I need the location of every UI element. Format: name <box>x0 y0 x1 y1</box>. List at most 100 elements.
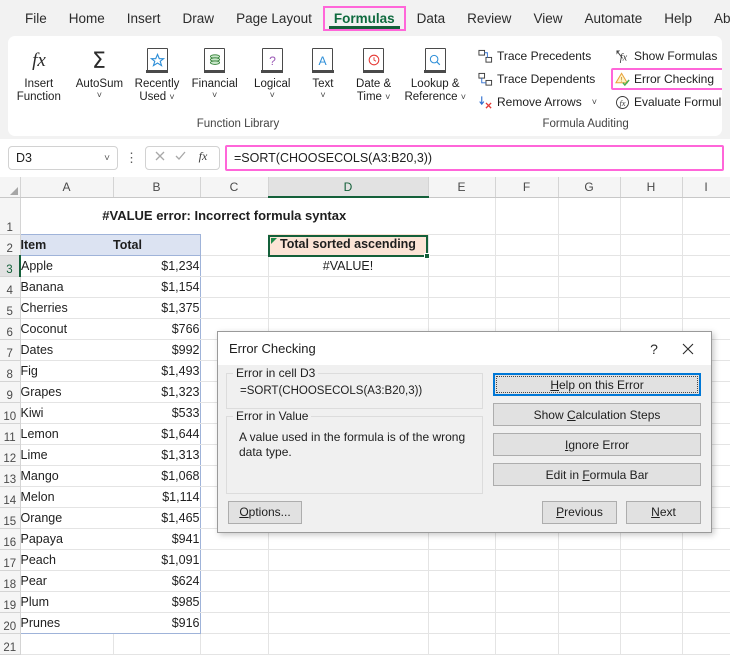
options-button[interactable]: Options... <box>228 500 302 524</box>
cell-g1[interactable] <box>558 197 621 235</box>
sheet-title[interactable]: #VALUE error: Incorrect formula syntax <box>20 197 428 234</box>
next-button[interactable]: Next <box>626 500 701 524</box>
cell-b18[interactable]: $624 <box>113 570 201 592</box>
cell-d19[interactable] <box>268 591 429 613</box>
cell-f2[interactable] <box>495 234 559 256</box>
row-header-12[interactable]: 12 <box>0 444 21 466</box>
cell-e2[interactable] <box>428 234 496 256</box>
column-header-e[interactable]: E <box>428 177 496 198</box>
row-header-21[interactable]: 21 <box>0 633 21 655</box>
cell-h19[interactable] <box>620 591 683 613</box>
cell-a18[interactable]: Pear <box>19 570 113 592</box>
cell-d17[interactable] <box>268 549 429 571</box>
cell-f19[interactable] <box>495 591 559 613</box>
cell-b6[interactable]: $766 <box>113 318 201 340</box>
row-header-13[interactable]: 13 <box>0 465 21 487</box>
cell-a4[interactable]: Banana <box>19 276 113 298</box>
dialog-title-bar[interactable]: Error Checking ? <box>218 332 711 365</box>
ribbon-tab-draw[interactable]: Draw <box>172 6 226 31</box>
cell-c17[interactable] <box>200 549 269 571</box>
text-button[interactable]: A Text ˅ <box>301 41 345 100</box>
cell-b3[interactable]: $1,234 <box>113 255 201 277</box>
cell-g21[interactable] <box>558 633 621 655</box>
column-header-g[interactable]: G <box>558 177 621 198</box>
ribbon-tab-formulas[interactable]: Formulas <box>322 5 406 31</box>
row-header-7[interactable]: 7 <box>0 339 21 361</box>
cell-b21[interactable] <box>113 633 201 655</box>
cancel-x-icon[interactable] <box>154 149 166 167</box>
ribbon-tab-home[interactable]: Home <box>58 6 116 31</box>
insert-function-button[interactable]: fx Insert Function <box>8 41 70 104</box>
cell-d18[interactable] <box>268 570 429 592</box>
row-header-17[interactable]: 17 <box>0 549 21 571</box>
cell-i2[interactable] <box>682 234 730 256</box>
cell-f21[interactable] <box>495 633 559 655</box>
cell-i4[interactable] <box>682 276 730 298</box>
row-header-2[interactable]: 2 <box>0 234 21 256</box>
column-header-c[interactable]: C <box>200 177 269 198</box>
cell-c18[interactable] <box>200 570 269 592</box>
cell-h5[interactable] <box>620 297 683 319</box>
cell-i20[interactable] <box>682 612 730 634</box>
row-header-8[interactable]: 8 <box>0 360 21 382</box>
cell-a2-item-header[interactable]: Item <box>20 233 113 256</box>
column-header-f[interactable]: F <box>495 177 559 198</box>
cell-f3[interactable] <box>495 255 559 277</box>
cell-g19[interactable] <box>558 591 621 613</box>
cell-c5[interactable] <box>200 297 269 319</box>
cell-a8[interactable]: Fig <box>19 360 113 382</box>
cell-h2[interactable] <box>620 234 683 256</box>
cell-c4[interactable] <box>200 276 269 298</box>
ribbon-tab-ablebits[interactable]: Ablebits <box>703 6 730 31</box>
fx-icon[interactable]: fx <box>195 149 211 168</box>
row-header-9[interactable]: 9 <box>0 381 21 403</box>
cell-d2-total-sorted-header[interactable]: Total sorted ascending <box>268 234 429 256</box>
cell-d4[interactable] <box>268 276 429 298</box>
cell-h4[interactable] <box>620 276 683 298</box>
cell-b8[interactable]: $1,493 <box>113 360 201 382</box>
cell-a5[interactable]: Cherries <box>19 297 113 319</box>
row-header-16[interactable]: 16 <box>0 528 21 550</box>
cell-g2[interactable] <box>558 234 621 256</box>
logical-button[interactable]: ? Logical ˅ <box>243 41 301 100</box>
cell-i19[interactable] <box>682 591 730 613</box>
row-header-3[interactable]: 3 <box>0 255 21 277</box>
cell-a19[interactable]: Plum <box>19 591 113 613</box>
cell-b16[interactable]: $941 <box>113 528 201 550</box>
row-header-14[interactable]: 14 <box>0 486 21 508</box>
cell-i21[interactable] <box>682 633 730 655</box>
close-x-icon[interactable] <box>671 335 705 363</box>
cell-g17[interactable] <box>558 549 621 571</box>
cell-f1[interactable] <box>495 197 559 235</box>
ignore-error-button[interactable]: Ignore Error <box>493 433 701 456</box>
row-header-20[interactable]: 20 <box>0 612 21 634</box>
chevron-down-icon[interactable]: ˅ <box>320 91 325 100</box>
cell-i18[interactable] <box>682 570 730 592</box>
cell-g20[interactable] <box>558 612 621 634</box>
evaluate-formula-button[interactable]: fx Evaluate Formula <box>611 91 722 113</box>
cell-c2[interactable] <box>200 234 269 256</box>
cell-f20[interactable] <box>495 612 559 634</box>
row-header-11[interactable]: 11 <box>0 423 21 445</box>
cell-d3-selected[interactable]: #VALUE! <box>268 255 429 277</box>
chevron-down-icon[interactable]: ˅ <box>385 92 390 102</box>
ribbon-tab-page-layout[interactable]: Page Layout <box>225 6 323 31</box>
cell-a21[interactable] <box>20 633 114 655</box>
cell-f18[interactable] <box>495 570 559 592</box>
edit-in-formula-bar-button[interactable]: Edit in Formula Bar <box>493 463 701 486</box>
row-header-18[interactable]: 18 <box>0 570 21 592</box>
cell-i3[interactable] <box>682 255 730 277</box>
cell-g3[interactable] <box>558 255 621 277</box>
cell-b2-total-header[interactable]: Total <box>113 233 201 256</box>
cell-a7[interactable]: Dates <box>19 339 113 361</box>
chevron-down-icon[interactable]: ˅ <box>270 91 275 100</box>
cell-b4[interactable]: $1,154 <box>113 276 201 298</box>
formula-bar-more-icon[interactable]: ⋮ <box>123 150 140 166</box>
error-checking-button[interactable]: ! Error Checking <box>610 68 722 90</box>
remove-arrows-button[interactable]: Remove Arrows ˅ <box>474 91 601 113</box>
cell-e1[interactable] <box>428 197 496 235</box>
help-button[interactable]: ? <box>637 335 671 363</box>
cell-f5[interactable] <box>495 297 559 319</box>
cell-e17[interactable] <box>428 549 496 571</box>
lookup-reference-button[interactable]: Lookup & Reference ˅ <box>402 41 468 104</box>
